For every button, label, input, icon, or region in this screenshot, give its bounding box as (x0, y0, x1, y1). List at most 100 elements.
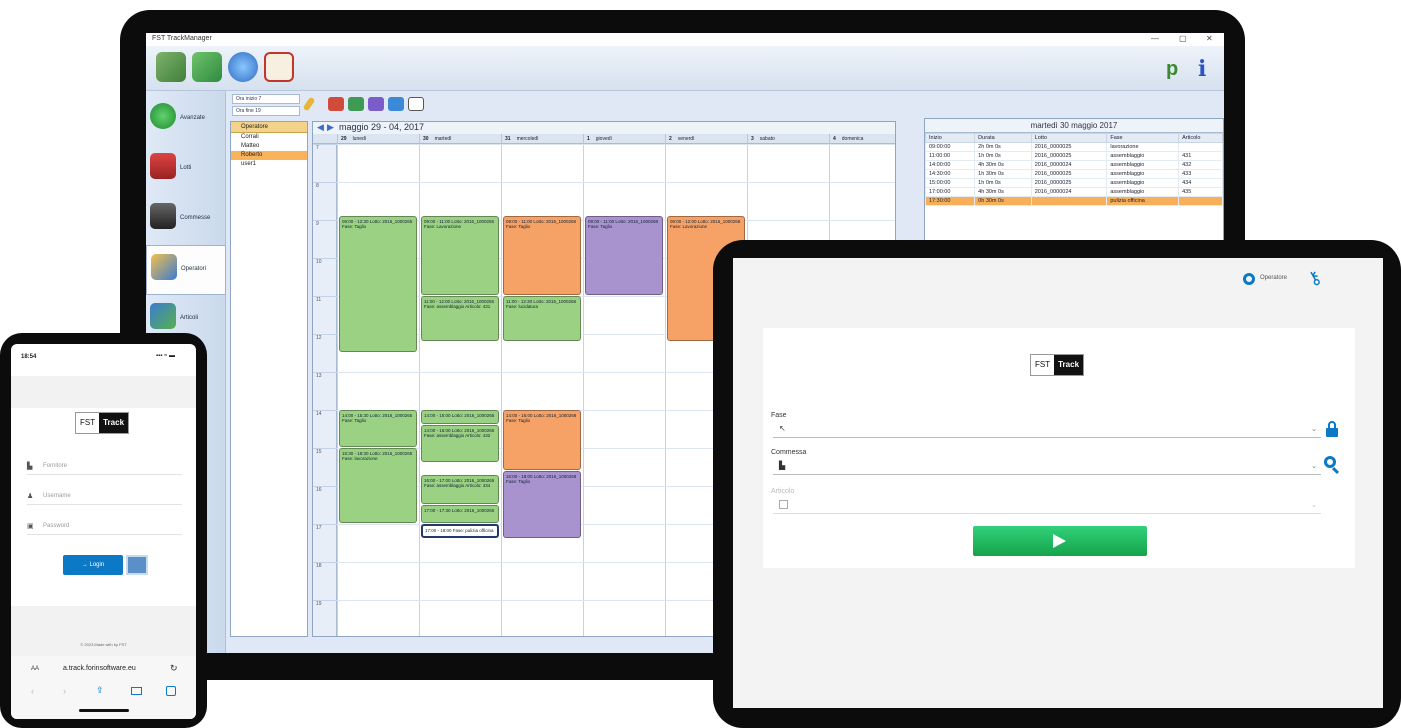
table-cell: 435 (1178, 187, 1223, 197)
minimize-button[interactable]: — (1151, 34, 1159, 43)
back-icon[interactable]: ‹ (31, 686, 34, 696)
table-cell: 432 (1178, 160, 1223, 170)
calendar-event[interactable]: 11:00 - 12:30 Lotto: 2016_1000268 Fase: … (503, 296, 581, 341)
search-icon[interactable] (1324, 456, 1340, 475)
check-icon (150, 103, 176, 129)
window-title: FST TrackManager (152, 35, 212, 42)
address-bar[interactable]: a.track.forinsoftware.eu (63, 665, 136, 672)
calendar-event[interactable]: 11:00 - 12:00 Lotto: 2016_1000265 Fase: … (421, 296, 499, 341)
commessa-select[interactable]: ▙ ⌄ (773, 459, 1321, 475)
reader-mode-button[interactable]: AA (31, 666, 39, 672)
password-field[interactable]: ▣ Password (27, 518, 182, 535)
day-detail-title: martedì 30 maggio 2017 (925, 119, 1223, 133)
end-hour-spinner[interactable]: Ora fine 19 (232, 106, 300, 116)
chevron-down-icon: ⌄ (1311, 426, 1317, 433)
table-row[interactable]: 17:00:00 4h 30m 0s 2016_0000024 assemblaggi… (924, 187, 1223, 197)
tabs-icon[interactable] (166, 686, 176, 696)
table-cell: 2016_0000024 (1030, 187, 1108, 197)
maximize-button[interactable]: ▢ (1179, 34, 1187, 43)
qr-icon[interactable] (126, 555, 148, 575)
list-item[interactable]: Matteo (231, 142, 307, 151)
list-item[interactable]: Roberto (231, 151, 307, 160)
table-row[interactable]: 14:00:00 4h 30m 0s 2016_0000024 assemblaggi… (924, 160, 1223, 170)
refresh-icon[interactable] (228, 52, 258, 82)
sidebar-item-lotti[interactable]: Lotti (146, 145, 226, 195)
column-header[interactable]: Lotto (1030, 133, 1108, 143)
sidebar-item-operatori[interactable]: Operatori (146, 245, 226, 295)
filter-icon[interactable] (368, 97, 384, 111)
user-icon[interactable]: p (1166, 58, 1178, 81)
calendar-event[interactable]: 14:00 - 15:00 Lotto: 2016_1000265 (421, 410, 499, 425)
table-cell: 2016_0000025 (1030, 178, 1108, 188)
calendar-event[interactable]: 09:00 - 12:30 Lotto: 2016_1000265 Fase: … (339, 216, 417, 352)
calendar-event[interactable]: 15:30 - 18:30 Lotto: 2016_1000265 Fase: … (339, 448, 417, 523)
column-header[interactable]: Fase (1106, 133, 1180, 143)
calendar-event[interactable]: 14:00 - 15:30 Lotto: 2016_1000265 Fase: … (339, 410, 417, 447)
copy-icon[interactable] (348, 97, 364, 111)
checklist-icon[interactable] (264, 52, 294, 82)
sidebar-item-label: Avanzate (180, 115, 205, 121)
table-cell: 17:00:00 (924, 187, 976, 197)
calendar-event[interactable]: 17:00 - 18:00 Fase: pulizia officina (421, 524, 499, 539)
calendar-event[interactable]: 17:00 - 17:30 Lotto: 2016_1000265 (421, 505, 499, 523)
info-icon[interactable]: i (1198, 56, 1206, 82)
calendar-event[interactable]: 09:00 - 11:00 Lotto: 2016_1000265 Fase: … (421, 216, 499, 295)
list-item[interactable]: Corrali (231, 133, 307, 142)
calendar-event[interactable]: 14:00 - 16:00 Lotto: 2016_1000268 Fase: … (503, 410, 581, 470)
calendar-event[interactable]: 16:00 - 17:00 Lotto: 2016_1000265 Fase: … (421, 474, 499, 504)
calendar-event[interactable]: 14:00 - 16:00 Lotto: 2016_1000265 Fase: … (421, 425, 499, 463)
user-avatar-icon[interactable] (1243, 273, 1255, 285)
operator-list: Operatore Corrali Matteo Roberto user1 (230, 121, 308, 637)
fase-select[interactable]: ↖ ⌄ (773, 422, 1321, 438)
new-document-icon[interactable] (408, 97, 424, 111)
table-cell: assemblaggio (1106, 178, 1180, 188)
phone-footer-band (11, 606, 196, 656)
column-header[interactable]: Inizio (924, 133, 976, 143)
reload-icon[interactable]: ↻ (170, 663, 178, 674)
sidebar-item-commesse[interactable]: Commesse (146, 195, 226, 245)
share-icon[interactable]: ⇪ (96, 685, 104, 696)
table-row[interactable]: 15:00:00 1h 0m 0s 2016_0000025 assemblaggio… (924, 178, 1223, 188)
logo: FST Track (1030, 354, 1085, 376)
table-cell: 2h 0m 0s (974, 142, 1032, 152)
table-cell: 433 (1178, 169, 1223, 179)
supplier-field[interactable]: ▙ Fornitore (27, 458, 182, 475)
move-icon[interactable] (328, 97, 344, 111)
truck-icon (150, 153, 176, 179)
box-icon (779, 500, 788, 509)
share-icon[interactable] (388, 97, 404, 111)
calendar-event[interactable]: 16:00 - 18:00 Lotto: 2016_1000268 Fase: … (503, 470, 581, 539)
calendar-event[interactable]: 09:00 - 11:00 Lotto: 2016_1000268 Fase: … (503, 216, 581, 295)
table-row[interactable]: 11:00:00 1h 0m 0s 2016_0000025 assemblaggio… (924, 151, 1223, 161)
articolo-select[interactable]: ⌄ (773, 498, 1321, 514)
exit-icon[interactable] (156, 52, 186, 82)
bookmarks-icon[interactable] (131, 687, 142, 695)
time-options: Ora inizio 7 Ora fine 19 (230, 93, 302, 121)
sidebar-item-avanzate[interactable]: Avanzate (146, 95, 226, 145)
column-header[interactable]: Articolo (1178, 133, 1223, 143)
username-field[interactable]: ♟ Username (27, 488, 182, 505)
column-header[interactable]: Durata (974, 133, 1032, 143)
table-cell: 434 (1178, 178, 1223, 188)
table-row[interactable]: 14:30:00 1h 30m 0s 2016_0000025 assemblaggi… (924, 169, 1223, 179)
start-button[interactable] (973, 526, 1147, 556)
unlock-icon[interactable] (1325, 421, 1339, 437)
users-icon (151, 254, 177, 280)
pencil-icon[interactable] (302, 96, 316, 112)
download-icon[interactable] (192, 52, 222, 82)
close-button[interactable]: ✕ (1206, 34, 1213, 43)
table-cell: 431 (1178, 151, 1223, 161)
table-row[interactable]: 09:00:00 2h 0m 0s 2016_0000025 lavorazione (924, 142, 1223, 152)
calendar-event[interactable]: 09:00 - 11:00 Lotto: 2016_1000268 Fase: … (585, 216, 663, 295)
table-row[interactable]: 17:30:00 0h 30m 0s pulizia officina (924, 196, 1223, 206)
login-button[interactable]: → Login (63, 555, 123, 575)
key-icon[interactable]: ⚷ (1304, 266, 1326, 291)
table-cell: 1h 0m 0s (974, 178, 1032, 188)
hour-gridline (337, 182, 895, 183)
articolo-label: Articolo (771, 488, 795, 495)
phone-screen: 18:54 ▪▪▪ ≈ ▬ FST Track ▙ Fornitore ♟ Us… (11, 344, 196, 719)
list-item[interactable]: user1 (231, 160, 307, 169)
start-hour-spinner[interactable]: Ora inizio 7 (232, 94, 300, 104)
forward-icon[interactable]: › (63, 686, 66, 696)
main-toolbar: p i (146, 46, 1224, 91)
